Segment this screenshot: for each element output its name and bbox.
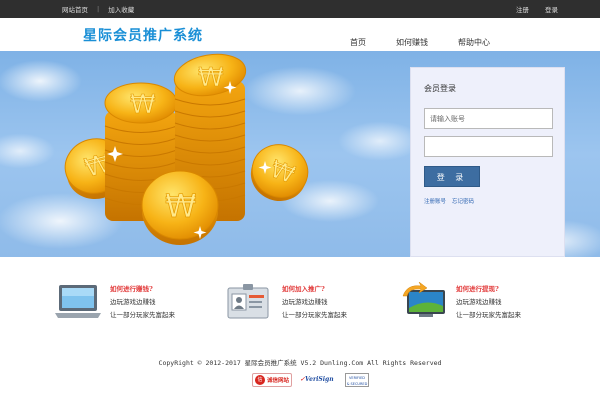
site-header: 星际会员推广系统 首页 如何赚钱 帮助中心 (0, 18, 600, 51)
verified-badge[interactable]: VERIFIED & SECURED (345, 373, 369, 387)
copyright-text: CopyRight © 2012-2017 星际会员推广系统 V5.2 Dunl… (158, 359, 442, 367)
feature-line: 边玩游戏边赚钱 (110, 298, 156, 306)
account-input[interactable]: 请输入账号 (424, 108, 553, 129)
main-nav: 首页 如何赚钱 帮助中心 (350, 37, 490, 48)
coin-front: ₩ (141, 170, 219, 245)
gold-coins-illustration: ₩ ₩ ₩ ₩ ₩ (64, 53, 309, 245)
feature-title: 如何加入推广? (282, 285, 325, 293)
feature-line: 边玩游戏边赚钱 (282, 298, 328, 306)
monitor-arrow-icon (402, 282, 445, 317)
feature-line: 让一部分玩家先富起来 (110, 311, 175, 319)
forgot-password-link[interactable]: 忘记密码 (452, 197, 474, 205)
chengxin-badge[interactable]: 信 诚信网站 (252, 373, 292, 387)
feature-line: 让一部分玩家先富起来 (456, 311, 521, 319)
verisign-label: VeriSign (305, 376, 334, 383)
site-logo[interactable]: 星际会员推广系统 (83, 25, 203, 45)
login-link[interactable]: 登录 (545, 4, 558, 14)
coin-symbol: ₩ (130, 90, 156, 120)
bookmark-link[interactable]: 加入收藏 (108, 4, 134, 14)
feature-title: 如何进行提现? (456, 285, 499, 293)
login-button[interactable]: 登 录 (424, 166, 480, 187)
verisign-badge[interactable]: ✓VeriSign (300, 373, 334, 387)
seal-icon: 信 (255, 375, 265, 385)
login-title: 会员登录 (424, 84, 456, 93)
coin-right: ₩ (250, 144, 309, 202)
password-input[interactable] (424, 136, 553, 157)
chengxin-badge-label: 诚信网站 (267, 378, 290, 384)
top-bar-separator: | (97, 5, 100, 13)
home-link[interactable]: 网站首页 (62, 4, 88, 14)
top-bar-left: 网站首页 | 加入收藏 (62, 4, 134, 14)
feature-title: 如何进行赚钱? (110, 285, 153, 293)
laptop-icon (55, 285, 101, 318)
coin-symbol: ₩ (198, 63, 224, 93)
feature-line: 让一部分玩家先富起来 (282, 311, 347, 319)
nav-item-home[interactable]: 首页 (350, 37, 366, 48)
login-links: 注册账号 忘记密码 (424, 197, 474, 205)
id-card-icon (227, 284, 269, 319)
coin-symbol: ₩ (165, 187, 197, 225)
nav-item-help-center[interactable]: 帮助中心 (458, 37, 490, 48)
verified-line2: & SECURED (346, 382, 368, 386)
nav-item-how-to-earn[interactable]: 如何赚钱 (396, 37, 428, 48)
top-bar-right: 注册 登录 (516, 4, 558, 14)
top-bar: 网站首页 | 加入收藏 注册 登录 (0, 0, 600, 18)
register-account-link[interactable]: 注册账号 (424, 197, 446, 205)
register-link[interactable]: 注册 (516, 4, 529, 14)
feature-line: 边玩游戏边赚钱 (456, 298, 502, 306)
login-panel: 会员登录 请输入账号 登 录 注册账号 忘记密码 (410, 67, 565, 257)
